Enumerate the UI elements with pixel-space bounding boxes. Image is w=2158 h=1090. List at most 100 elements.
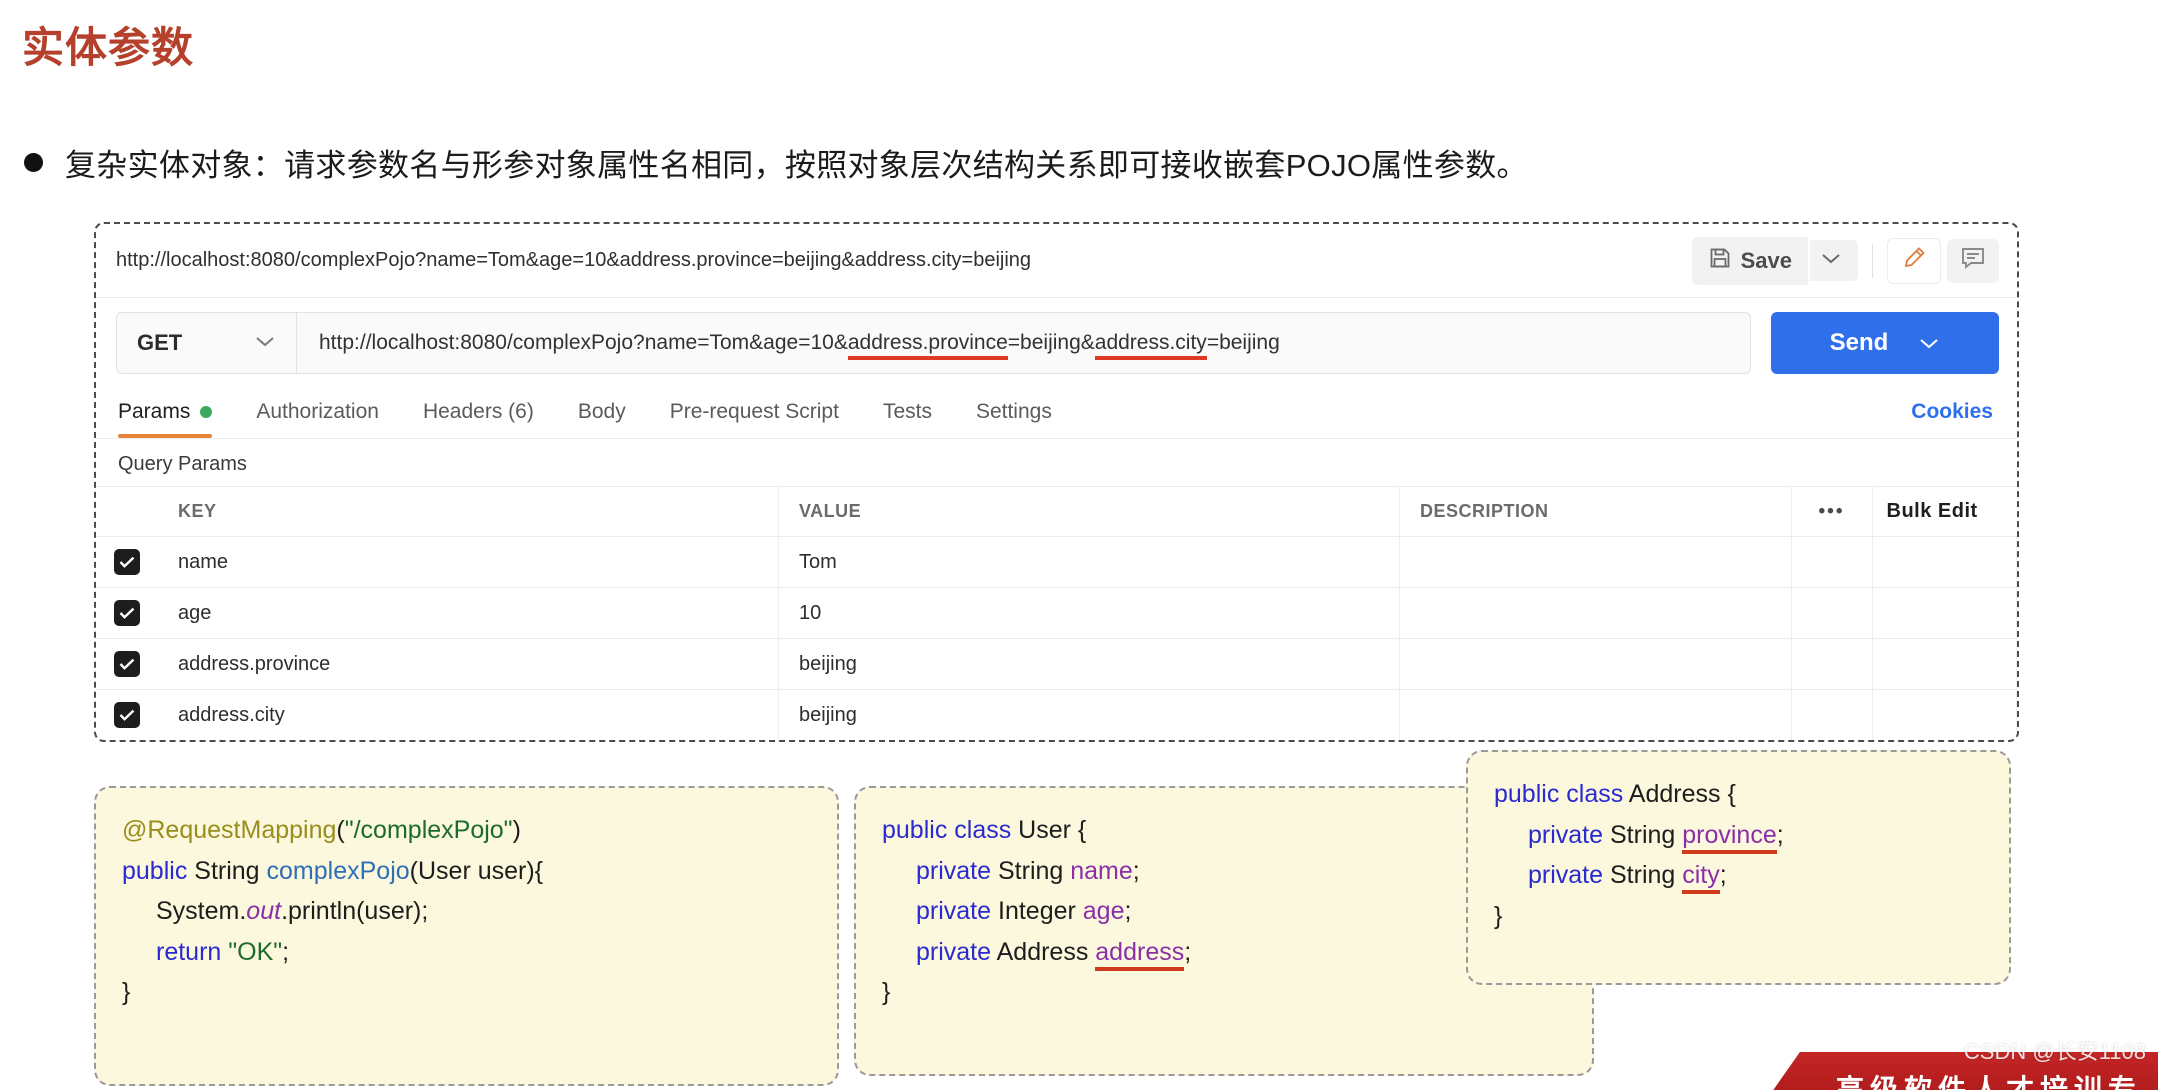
row-spacer-b: [1872, 536, 2017, 588]
code-line: public class Address {: [1494, 774, 1983, 815]
header-value: VALUE: [778, 486, 1400, 537]
code-line: @RequestMapping("/complexPojo"): [122, 810, 811, 851]
row-checkbox[interactable]: [96, 638, 158, 690]
row-value[interactable]: beijing: [778, 638, 1400, 690]
field-token-highlighted: address: [1095, 937, 1185, 971]
tab-headers[interactable]: Headers (6): [401, 388, 556, 438]
row-value[interactable]: Tom: [778, 536, 1400, 588]
code-line: public class User {: [882, 810, 1566, 851]
class-name-token: Address {: [1623, 780, 1736, 808]
request-url-text: http://localhost:8080/complexPojo?name=T…: [319, 331, 1280, 360]
save-button[interactable]: Save: [1691, 236, 1808, 285]
tab-headers-label: Headers (6): [422, 400, 534, 423]
annotation-token: @RequestMapping: [122, 816, 337, 844]
keyword-token: private: [916, 937, 992, 966]
edit-request-button[interactable]: [1887, 237, 1941, 284]
table-header-row: KEY VALUE DESCRIPTION ••• Bulk Edit: [96, 486, 2017, 537]
keyword-token: public class: [1494, 780, 1624, 808]
row-spacer-b: [1872, 638, 2017, 690]
table-options-button[interactable]: •••: [1791, 486, 1873, 537]
row-key[interactable]: address.city: [158, 689, 779, 740]
tab-tests[interactable]: Tests: [861, 388, 954, 438]
http-method-select[interactable]: GET: [116, 312, 296, 374]
query-params-heading: Query Params: [118, 453, 247, 475]
code-line: }: [1494, 901, 1503, 930]
request-tab-title[interactable]: http://localhost:8080/complexPojo?name=T…: [116, 249, 1692, 272]
cookies-link[interactable]: Cookies: [1911, 388, 1997, 438]
table-row[interactable]: address.province beijing: [96, 638, 2017, 690]
semicolon-token: ;: [1776, 820, 1784, 849]
paren-token: (: [336, 816, 345, 844]
bulk-edit-button[interactable]: Bulk Edit: [1872, 486, 2017, 537]
table-row[interactable]: age 10: [96, 587, 2017, 639]
send-button[interactable]: Send: [1771, 312, 1999, 374]
comment-button[interactable]: [1947, 238, 1999, 283]
semicolon-token: ;: [282, 937, 290, 966]
row-description[interactable]: [1399, 689, 1792, 740]
row-description[interactable]: [1399, 638, 1792, 690]
code-line: }: [882, 978, 891, 1006]
row-spacer-a: [1791, 536, 1873, 588]
method-token: complexPojo: [266, 856, 410, 885]
row-key[interactable]: name: [158, 536, 779, 588]
tab-params[interactable]: Params: [116, 388, 234, 438]
tab-body[interactable]: Body: [556, 388, 648, 438]
row-checkbox[interactable]: [96, 536, 158, 588]
params-status-dot-icon: [200, 406, 213, 418]
code-line: }: [122, 978, 131, 1006]
code-line: private Integer age;: [882, 891, 1566, 932]
field-token-highlighted: province: [1682, 820, 1777, 854]
floppy-disk-icon: [1708, 246, 1732, 276]
code-line: private String city;: [1494, 855, 1983, 896]
header-description: DESCRIPTION: [1399, 486, 1792, 537]
checkbox-checked-icon: [114, 651, 140, 677]
header-checkbox-col: [96, 486, 158, 537]
type-token: Address: [991, 937, 1096, 966]
tab-body-label: Body: [577, 400, 626, 423]
table-row[interactable]: address.city beijing: [96, 689, 2017, 740]
page-title: 实体参数: [22, 24, 195, 71]
chevron-down-icon: [1918, 329, 1940, 357]
row-description[interactable]: [1399, 536, 1792, 588]
keyword-token: public: [122, 856, 188, 885]
class-name-token: User {: [1011, 816, 1087, 844]
row-spacer-a: [1791, 638, 1873, 690]
more-options-icon: •••: [1818, 500, 1845, 522]
field-token-highlighted: city: [1682, 861, 1720, 894]
tab-settings[interactable]: Settings: [954, 388, 1074, 438]
row-key[interactable]: age: [158, 587, 779, 639]
tab-settings-label: Settings: [975, 400, 1052, 423]
row-spacer-a: [1791, 587, 1873, 639]
type-token: String: [1603, 820, 1683, 849]
code-line: public String complexPojo(User user){: [122, 851, 811, 892]
tab-pre-request-script-label: Pre-request Script: [669, 400, 839, 423]
keyword-token: private: [1528, 820, 1604, 849]
row-key[interactable]: address.province: [158, 638, 779, 690]
keyword-token: public class: [882, 816, 1012, 844]
row-checkbox[interactable]: [96, 587, 158, 639]
row-spacer-a: [1791, 689, 1873, 740]
table-row[interactable]: name Tom: [96, 536, 2017, 588]
save-options-button[interactable]: [1810, 240, 1858, 281]
code-line: private String province;: [1494, 815, 1983, 856]
expr-token: System.: [156, 897, 247, 925]
string-token: "/complexPojo": [344, 816, 513, 844]
request-url-input[interactable]: http://localhost:8080/complexPojo?name=T…: [296, 312, 1751, 374]
row-value[interactable]: 10: [778, 587, 1400, 639]
tab-authorization[interactable]: Authorization: [234, 388, 401, 438]
chevron-down-icon: [254, 334, 276, 353]
url-segment-city: address.city: [1094, 331, 1207, 360]
type-token: String: [991, 856, 1071, 885]
code-card-address: public class Address { private String pr…: [1466, 750, 2011, 985]
url-segment-province: address.province: [847, 331, 1008, 360]
expr-token: .println(user);: [281, 897, 429, 925]
keyword-token: private: [916, 856, 992, 885]
row-checkbox[interactable]: [96, 689, 158, 740]
semicolon-token: ;: [1184, 937, 1192, 966]
banner-text: 高级软件人才培训专: [1836, 1074, 2143, 1090]
type-token: Integer: [991, 897, 1083, 925]
tab-pre-request-script[interactable]: Pre-request Script: [648, 388, 861, 438]
header-key: KEY: [158, 486, 779, 537]
row-value[interactable]: beijing: [778, 689, 1400, 740]
row-description[interactable]: [1399, 587, 1792, 639]
